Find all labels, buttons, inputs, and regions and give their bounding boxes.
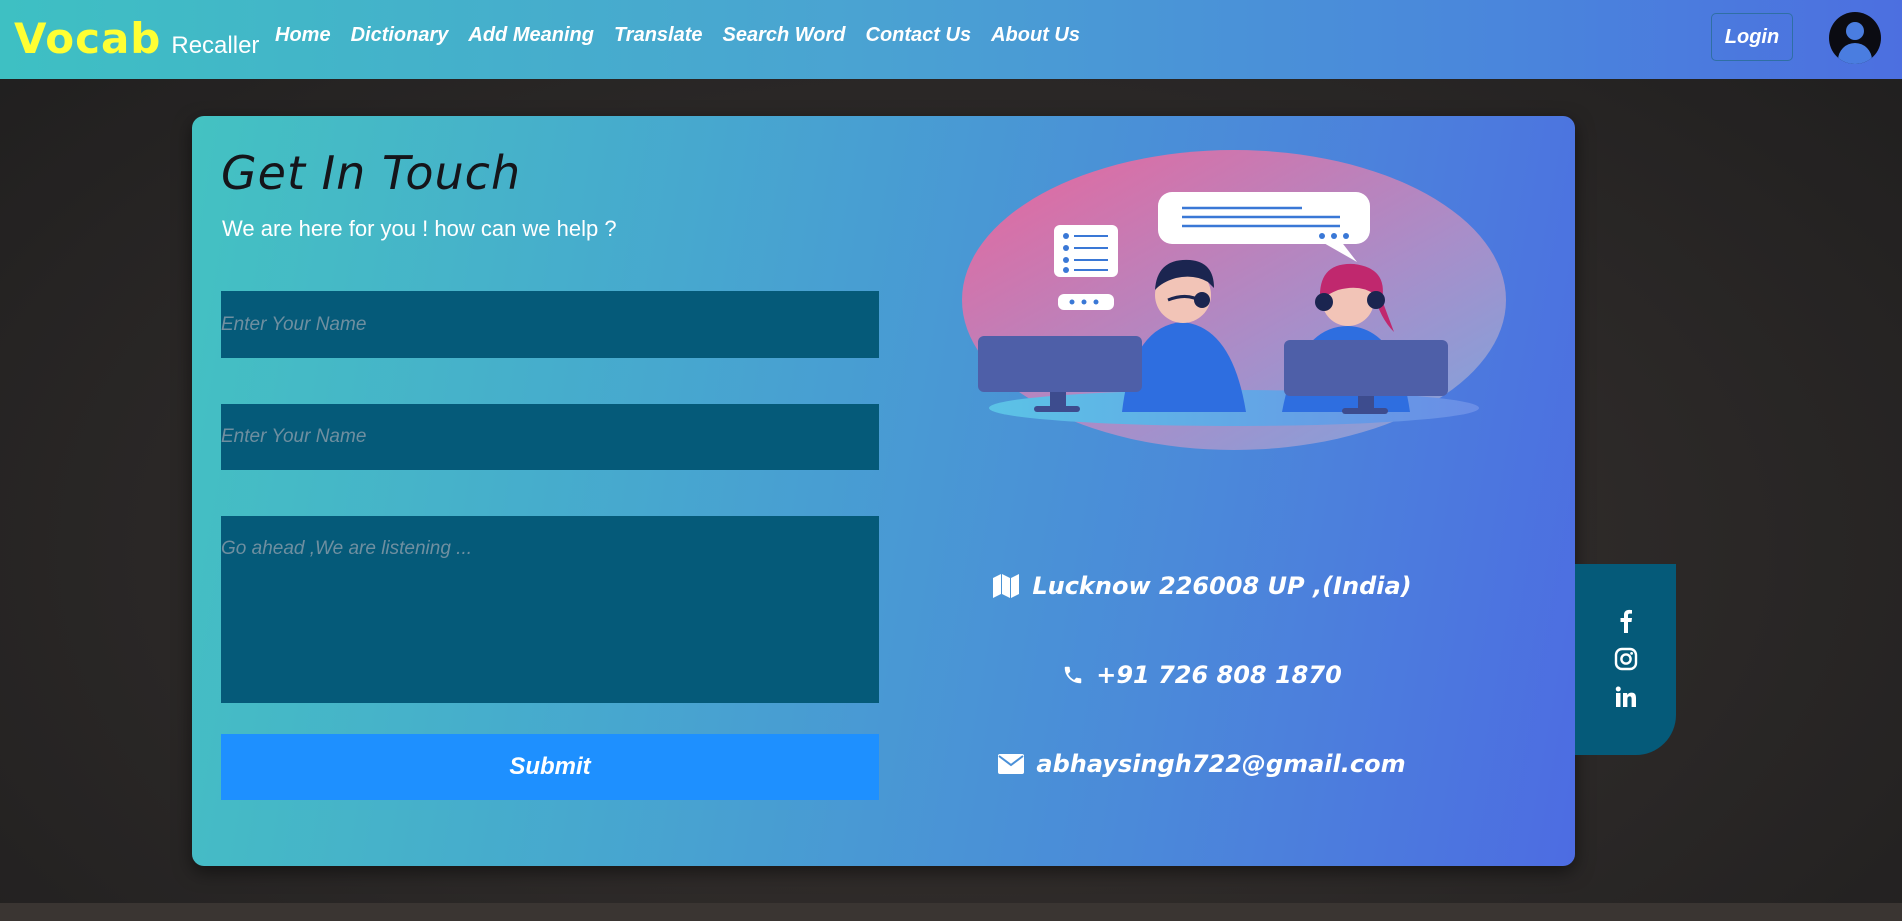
message-textarea[interactable] [221, 516, 879, 703]
envelope-icon [998, 754, 1025, 774]
support-illustration [962, 150, 1506, 450]
facebook-icon[interactable] [1613, 608, 1639, 634]
user-avatar-icon[interactable] [1829, 12, 1881, 64]
map-icon [993, 574, 1020, 598]
top-navbar: Vocab Recaller Home Dictionary Add Meani… [0, 0, 1902, 79]
nav-search-word[interactable]: Search Word [723, 24, 846, 47]
phone-icon [1064, 666, 1082, 684]
instagram-icon[interactable] [1613, 646, 1639, 672]
nav-add-meaning[interactable]: Add Meaning [468, 24, 594, 47]
nav-home[interactable]: Home [275, 24, 331, 47]
linkedin-icon[interactable] [1613, 684, 1639, 710]
brand-sub-text: Recaller [171, 32, 260, 59]
login-button[interactable]: Login [1711, 13, 1793, 61]
nav-links: Home Dictionary Add Meaning Translate Se… [275, 24, 1100, 47]
address-text: Lucknow 226008 UP ,(India) [1032, 572, 1412, 600]
email-text: abhaysingh722@gmail.com [1036, 750, 1406, 778]
social-panel [1575, 564, 1676, 755]
footer-bar [0, 903, 1902, 921]
email-line: abhaysingh722@gmail.com [892, 750, 1512, 778]
phone-text: +91 726 808 1870 [1096, 661, 1342, 689]
address-line: Lucknow 226008 UP ,(India) [892, 572, 1512, 600]
contact-card: Get In Touch We are here for you ! how c… [192, 116, 1575, 866]
name-input[interactable] [221, 291, 879, 358]
avatar-head [1846, 22, 1864, 40]
page-subtitle: We are here for you ! how can we help ? [222, 216, 617, 241]
page-title: Get In Touch [221, 146, 522, 200]
nav-contact-us[interactable]: Contact Us [866, 24, 972, 47]
brand-main-text: Vocab [14, 14, 162, 63]
nav-translate[interactable]: Translate [614, 24, 703, 47]
submit-button[interactable]: Submit [221, 734, 879, 800]
phone-line: +91 726 808 1870 [892, 661, 1512, 689]
brand-logo[interactable]: Vocab Recaller [14, 14, 259, 63]
nav-dictionary[interactable]: Dictionary [351, 24, 449, 47]
avatar-body [1838, 43, 1872, 64]
second-input[interactable] [221, 404, 879, 470]
nav-about-us[interactable]: About Us [991, 24, 1080, 47]
